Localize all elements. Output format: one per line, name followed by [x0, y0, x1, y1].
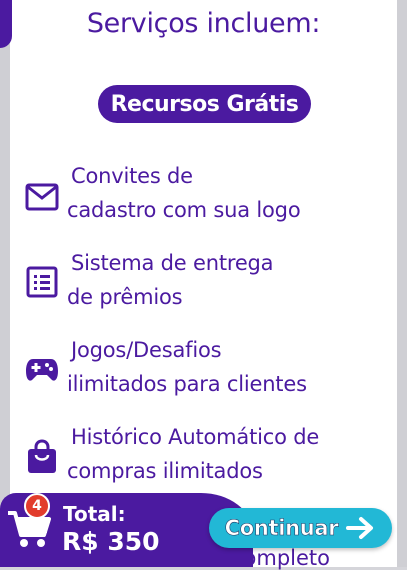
- cart-bar: 4 Total: R$ 350 Continuar: [0, 493, 407, 567]
- feature-line-2: de prêmios: [67, 285, 183, 309]
- list-icon: [24, 264, 60, 300]
- cart-count-badge: 4: [24, 493, 50, 519]
- page-edge-right: [397, 0, 407, 567]
- continue-label: Continuar: [224, 516, 339, 541]
- corner-accent: [0, 0, 12, 48]
- section-title: Serviços incluem:: [86, 8, 321, 39]
- free-features-pill: Recursos Grátis: [98, 85, 311, 123]
- feature-line-1: Histórico Automático de: [71, 425, 320, 449]
- shopping-bag-icon: [24, 439, 60, 475]
- total-label: Total:: [63, 502, 126, 526]
- page-edge-left: [0, 0, 10, 567]
- mail-icon: [24, 179, 60, 215]
- feature-line-1: Jogos/Desafios: [71, 338, 222, 362]
- arrow-right-icon: [346, 516, 376, 540]
- gamepad-icon: [24, 352, 60, 388]
- feature-line-1: Sistema de entrega: [71, 251, 274, 275]
- feature-line-2: compras ilimitados: [67, 459, 263, 483]
- feature-line-2: cadastro com sua logo: [67, 198, 301, 222]
- services-card: Serviços incluem: Recursos Grátis Convit…: [10, 0, 397, 567]
- feature-line-2: ilimitados para clientes: [67, 372, 307, 396]
- feature-line-1: Convites de: [71, 164, 193, 188]
- continue-button[interactable]: Continuar: [209, 508, 392, 548]
- total-value: R$ 350: [62, 527, 160, 556]
